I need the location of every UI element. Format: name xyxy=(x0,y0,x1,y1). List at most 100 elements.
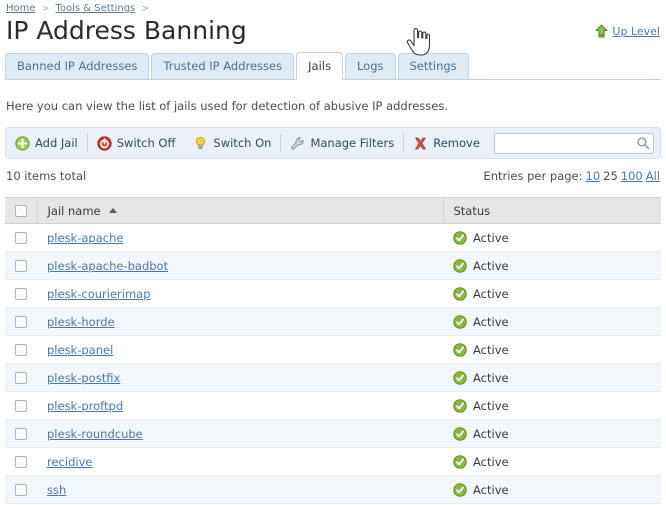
row-checkbox[interactable] xyxy=(15,232,27,244)
row-select-cell xyxy=(5,279,37,308)
status-badge: Active xyxy=(453,399,661,413)
manage-filters-label: Manage Filters xyxy=(310,136,395,150)
status-badge: Active xyxy=(453,455,661,469)
status-label: Active xyxy=(473,426,509,441)
breadcrumb-item-tools-settings[interactable]: Tools & Settings xyxy=(55,3,135,14)
jail-name-link[interactable]: plesk-roundcube xyxy=(47,427,143,441)
jail-name-link[interactable]: recidive xyxy=(47,455,92,469)
status-cell: Active xyxy=(443,279,661,308)
check-circle-icon xyxy=(453,230,467,245)
plus-circle-icon xyxy=(15,135,30,151)
jail-name-link[interactable]: plesk-apache xyxy=(47,231,123,245)
tab-banned-ip-addresses[interactable]: Banned IP Addresses xyxy=(5,53,150,79)
search-input[interactable] xyxy=(494,133,654,154)
status-badge: Active xyxy=(453,343,661,357)
status-cell: Active xyxy=(443,447,661,476)
status-badge: Active xyxy=(453,259,661,273)
up-arrow-icon xyxy=(595,24,608,38)
check-circle-icon xyxy=(453,482,467,497)
jail-name-cell: plesk-horde xyxy=(37,307,443,336)
status-badge: Active xyxy=(453,231,661,245)
status-cell: Active xyxy=(443,391,661,420)
switch-on-button[interactable]: Switch On xyxy=(184,128,280,158)
status-badge: Active xyxy=(453,287,661,301)
select-all-header xyxy=(5,197,38,224)
add-jail-button[interactable]: Add Jail xyxy=(6,128,87,158)
lightbulb-icon xyxy=(193,136,208,151)
jail-name-link[interactable]: plesk-proftpd xyxy=(47,399,123,413)
status-badge: Active xyxy=(453,371,661,385)
jail-name-cell: plesk-courierimap xyxy=(37,279,443,308)
jail-name-link[interactable]: plesk-panel xyxy=(47,343,113,357)
jail-name-cell: plesk-panel xyxy=(37,335,443,364)
power-off-icon xyxy=(97,135,112,151)
row-checkbox[interactable] xyxy=(15,428,27,440)
row-select-cell xyxy=(5,475,37,504)
table-header: Jail name Status xyxy=(5,197,661,224)
table-row: plesk-panel Active xyxy=(5,335,661,364)
items-total: 10 items total xyxy=(6,169,87,183)
row-select-cell xyxy=(5,223,37,252)
column-header-status-label: Status xyxy=(453,203,491,218)
table-row: plesk-proftpd Active xyxy=(5,391,661,420)
tab-bar: Banned IP Addresses Trusted IP Addresses… xyxy=(5,52,661,80)
entries-option-25[interactable]: 25 xyxy=(603,169,618,183)
status-label: Active xyxy=(473,454,509,469)
tab-logs[interactable]: Logs xyxy=(344,53,396,79)
switch-off-button[interactable]: Switch Off xyxy=(88,128,185,158)
jail-name-link[interactable]: plesk-horde xyxy=(47,315,115,329)
status-label: Active xyxy=(473,230,509,245)
manage-filters-button[interactable]: Manage Filters xyxy=(281,128,403,158)
row-checkbox[interactable] xyxy=(15,344,27,356)
row-checkbox[interactable] xyxy=(15,316,27,328)
close-x-icon xyxy=(413,136,428,151)
row-select-cell xyxy=(5,251,37,280)
entries-option-10[interactable]: 10 xyxy=(586,169,601,183)
check-circle-icon xyxy=(453,370,467,385)
switch-off-label: Switch Off xyxy=(116,136,176,150)
entries-option-all[interactable]: All xyxy=(646,169,660,183)
row-checkbox[interactable] xyxy=(15,456,27,468)
remove-button[interactable]: Remove xyxy=(404,128,489,158)
select-all-checkbox[interactable] xyxy=(14,205,27,217)
row-checkbox[interactable] xyxy=(15,400,27,412)
up-level-link[interactable]: Up Level xyxy=(612,25,660,38)
jail-name-link[interactable]: plesk-courierimap xyxy=(47,287,151,301)
entries-option-100[interactable]: 100 xyxy=(621,169,643,183)
add-jail-label: Add Jail xyxy=(35,136,78,150)
jail-name-cell: plesk-apache-badbot xyxy=(37,251,443,280)
column-header-status[interactable]: Status xyxy=(443,197,661,224)
breadcrumb-item-home[interactable]: Home xyxy=(6,3,36,14)
status-badge: Active xyxy=(453,427,661,441)
status-cell: Active xyxy=(443,335,661,364)
row-checkbox[interactable] xyxy=(15,484,27,496)
check-circle-icon xyxy=(453,286,467,301)
row-select-cell xyxy=(5,363,37,392)
row-checkbox[interactable] xyxy=(15,260,27,272)
column-header-jail-name[interactable]: Jail name xyxy=(37,197,444,224)
jails-table: Jail name Status plesk-apache Active plesk… xyxy=(5,197,661,504)
jail-name-cell: plesk-apache xyxy=(37,223,443,252)
status-label: Active xyxy=(473,314,509,329)
status-label: Active xyxy=(473,482,509,497)
row-checkbox[interactable] xyxy=(15,288,27,300)
tab-settings[interactable]: Settings xyxy=(397,53,469,79)
remove-label: Remove xyxy=(433,136,480,150)
jail-name-link[interactable]: plesk-apache-badbot xyxy=(47,259,168,273)
row-checkbox[interactable] xyxy=(15,372,27,384)
jail-name-cell: plesk-postfix xyxy=(37,363,443,392)
toolbar: Add Jail Switch Off Switch On Manage Fil… xyxy=(5,127,661,159)
up-level[interactable]: Up Level xyxy=(595,24,660,38)
status-label: Active xyxy=(473,258,509,273)
status-cell: Active xyxy=(443,223,661,252)
check-circle-icon xyxy=(453,426,467,441)
tab-trusted-ip-addresses[interactable]: Trusted IP Addresses xyxy=(151,53,295,79)
status-label: Active xyxy=(473,342,509,357)
jail-name-link[interactable]: ssh xyxy=(47,483,66,497)
table-row: plesk-horde Active xyxy=(5,307,661,336)
breadcrumb-separator-2: > xyxy=(141,4,149,14)
jail-name-link[interactable]: plesk-postfix xyxy=(47,371,120,385)
breadcrumb: Home > Tools & Settings > xyxy=(6,3,152,14)
tab-jails[interactable]: Jails xyxy=(296,52,343,80)
check-circle-icon xyxy=(453,342,467,357)
